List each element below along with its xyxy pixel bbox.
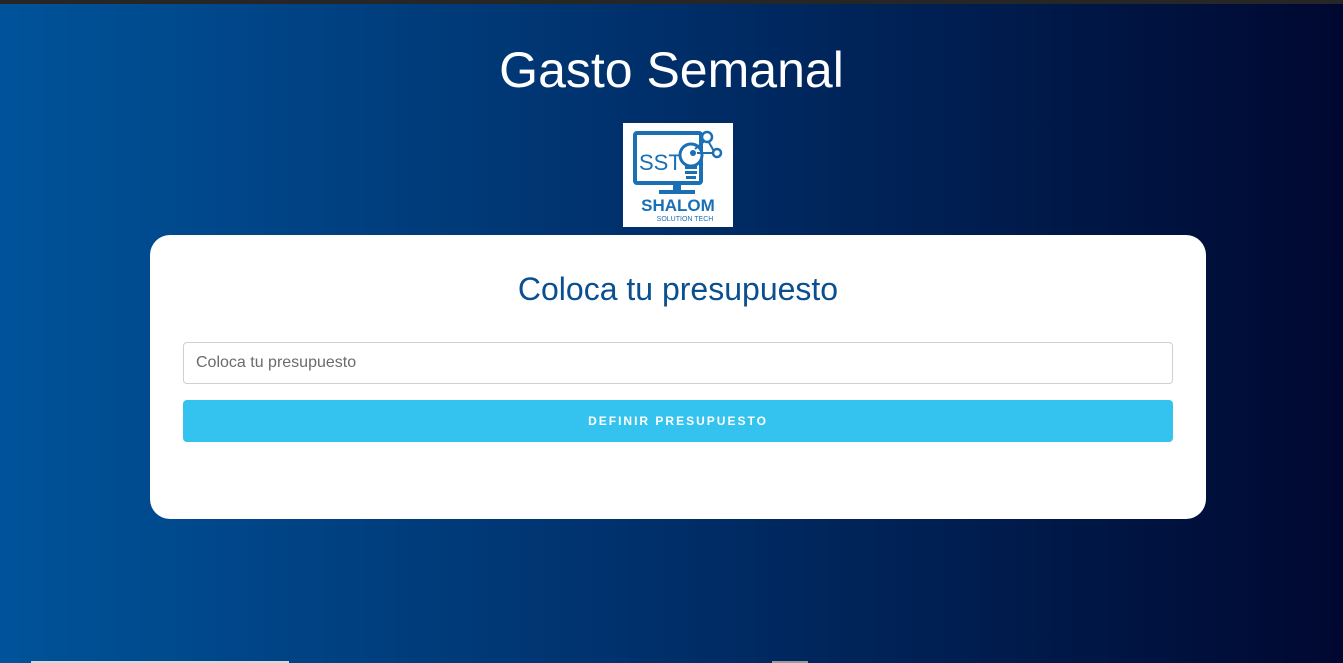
monitor-lightbulb-logo-icon: SST SHALOM SOLUTION TECH <box>633 130 723 223</box>
card-heading: Coloca tu presupuesto <box>517 271 839 307</box>
budget-input[interactable] <box>183 342 1173 384</box>
logo-name: SHALOM <box>641 196 715 215</box>
define-budget-button[interactable]: Definir presupuesto <box>183 400 1173 442</box>
logo-abbr: SST <box>639 150 682 175</box>
window-top-border <box>0 0 1343 4</box>
logo-tagline: SOLUTION TECH <box>657 216 714 223</box>
budget-card: Coloca tu presupuesto Definir presupuest… <box>150 235 1206 519</box>
page-title: Gasto Semanal <box>499 42 844 98</box>
company-logo: SST SHALOM SOLUTION TECH <box>623 123 733 227</box>
